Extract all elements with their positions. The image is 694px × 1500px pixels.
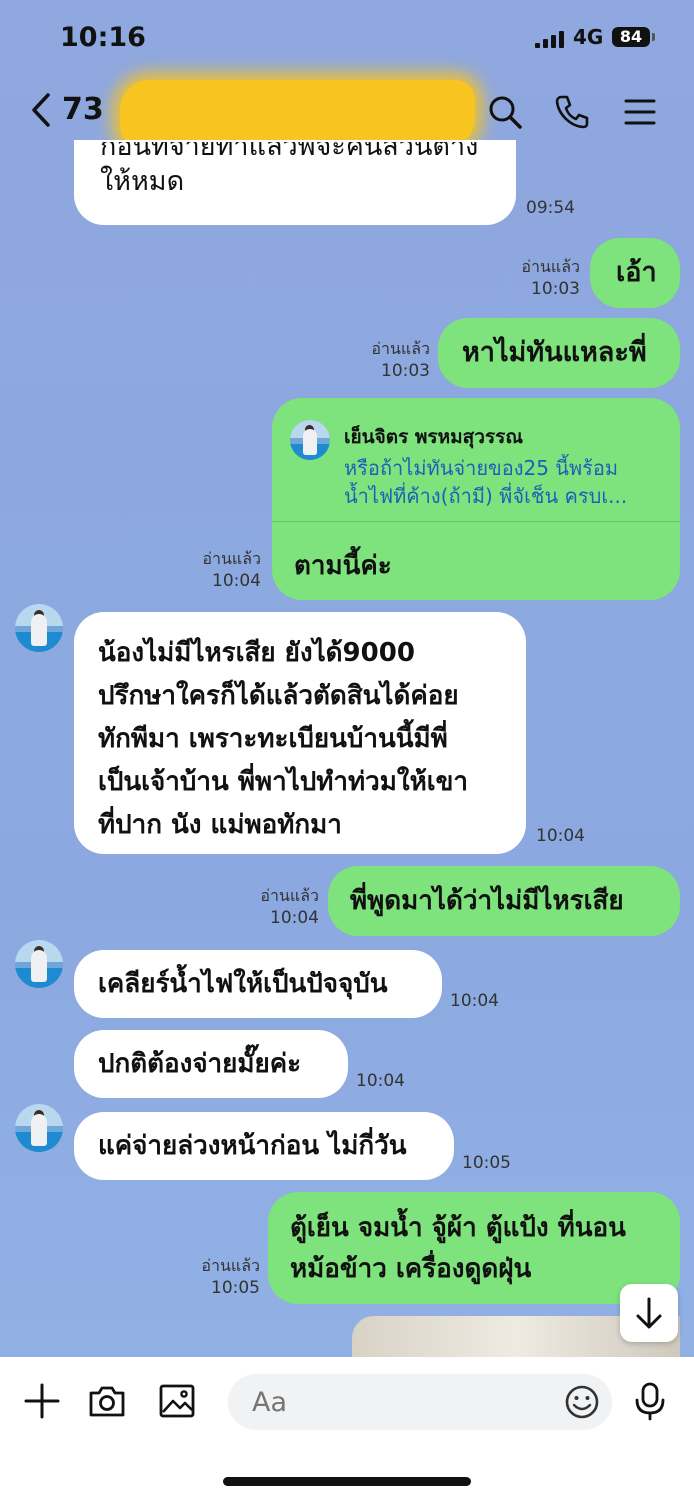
- message-text: ปรึกษาใครก็ได้แล้วตัดสินได้ค่อย: [98, 681, 459, 711]
- message-text: พี่พูดมาได้ว่าไม่มีไหรเสีย: [350, 886, 624, 916]
- scroll-to-bottom-button[interactable]: [620, 1284, 678, 1342]
- image-icon[interactable]: [157, 1381, 197, 1421]
- message-bubble-incoming[interactable]: ปกติต้องจ่ายมั๊ยค่ะ: [74, 1030, 348, 1098]
- message-text: ที่ปาก นัง แม่พอทักมา: [98, 810, 342, 840]
- status-bar: 10:16 4G 84: [0, 0, 694, 78]
- message-text: ตามนี้ค่ะ: [294, 551, 392, 581]
- read-receipt: อ่านแล้ว 10:04: [202, 549, 261, 591]
- message-text: ทักพีมา เพราะทะเบียนบ้านนี้มีพี่: [98, 724, 448, 754]
- read-receipt: อ่านแล้ว 10:04: [260, 886, 319, 928]
- status-time: 10:16: [60, 22, 146, 53]
- message-text: หาไม่ทันแหละพี่: [462, 337, 647, 368]
- avatar[interactable]: [15, 604, 63, 652]
- message-bubble-incoming[interactable]: ก่อนที่จ่ายทำแล้วพี่จะคืนส่วนต่าง ให้หมด: [74, 140, 516, 225]
- avatar[interactable]: [15, 1104, 63, 1152]
- battery-icon: 84: [612, 27, 655, 47]
- message-text: เคลียร์น้ำไฟให้เป็นปัจจุบัน: [98, 969, 388, 999]
- avatar[interactable]: [15, 940, 63, 988]
- message-time: 10:05: [462, 1153, 511, 1173]
- unread-count[interactable]: 73: [62, 92, 104, 127]
- read-receipt: อ่านแล้ว 10:05: [201, 1256, 260, 1298]
- phone-icon[interactable]: [552, 92, 592, 132]
- microphone-icon[interactable]: [630, 1381, 670, 1421]
- message-text: น้องไม่มีไหรเสีย ยังได้9000: [98, 638, 415, 668]
- chevron-left-icon[interactable]: [28, 92, 58, 128]
- reply-divider: [272, 521, 680, 522]
- message-text: เป็นเจ้าบ้าน พี่พาไปทำท่วมให้เขา: [98, 767, 468, 797]
- message-time: 10:04: [450, 991, 499, 1011]
- arrow-down-icon: [636, 1297, 662, 1329]
- plus-icon[interactable]: [22, 1381, 62, 1421]
- avatar: [290, 420, 330, 460]
- message-bubble-outgoing[interactable]: หาไม่ทันแหละพี่: [438, 318, 680, 388]
- message-text: ให้หมด: [100, 166, 185, 197]
- home-indicator: [223, 1477, 471, 1486]
- message-bubble-incoming[interactable]: น้องไม่มีไหรเสีย ยังได้9000 ปรึกษาใครก็ไ…: [74, 612, 526, 854]
- camera-icon[interactable]: [87, 1381, 127, 1421]
- message-input-bar: [0, 1357, 694, 1500]
- message-text: ปกติต้องจ่ายมั๊ยค่ะ: [98, 1049, 302, 1079]
- reply-quote-line: น้ำไฟที่ค้าง(ถ้ามี) พี่จัเช็น ครบเ...: [344, 484, 628, 508]
- search-icon[interactable]: [485, 92, 525, 132]
- message-time: 10:04: [356, 1071, 405, 1091]
- chat-header: 73: [0, 78, 694, 148]
- message-bubble-incoming[interactable]: แค่จ่ายล่วงหน้าก่อน ไม่กี่วัน: [74, 1112, 454, 1180]
- message-text: ตู้เย็น จมน้ำ จู้ผ้า ตู้แป้ง ที่นอน: [290, 1213, 626, 1243]
- read-receipt: อ่านแล้ว 10:03: [371, 339, 430, 381]
- message-bubble-outgoing[interactable]: พี่พูดมาได้ว่าไม่มีไหรเสีย: [328, 866, 680, 936]
- reply-sender-name: เย็นจิตร พรหมสุวรรณ: [344, 426, 523, 448]
- message-text: เอ้า: [616, 257, 657, 288]
- read-receipt: อ่านแล้ว 10:03: [521, 257, 580, 299]
- network-label: 4G: [573, 25, 604, 49]
- message-time: 10:04: [536, 826, 585, 846]
- message-bubble-outgoing[interactable]: ตู้เย็น จมน้ำ จู้ผ้า ตู้แป้ง ที่นอน หม้อ…: [268, 1192, 680, 1304]
- message-time: 09:54: [526, 198, 575, 218]
- signal-icon: [535, 30, 565, 48]
- message-text: แค่จ่ายล่วงหน้าก่อน ไม่กี่วัน: [98, 1131, 407, 1161]
- redacted-contact-name: [120, 80, 475, 148]
- menu-icon[interactable]: [620, 92, 660, 132]
- message-input[interactable]: [228, 1374, 612, 1430]
- message-bubble-incoming[interactable]: เคลียร์น้ำไฟให้เป็นปัจจุบัน: [74, 950, 442, 1018]
- message-bubble-outgoing[interactable]: เอ้า: [590, 238, 680, 308]
- message-text: ก่อนที่จ่ายทำแล้วพี่จะคืนส่วนต่าง: [100, 142, 479, 162]
- emoji-icon[interactable]: [562, 1382, 602, 1422]
